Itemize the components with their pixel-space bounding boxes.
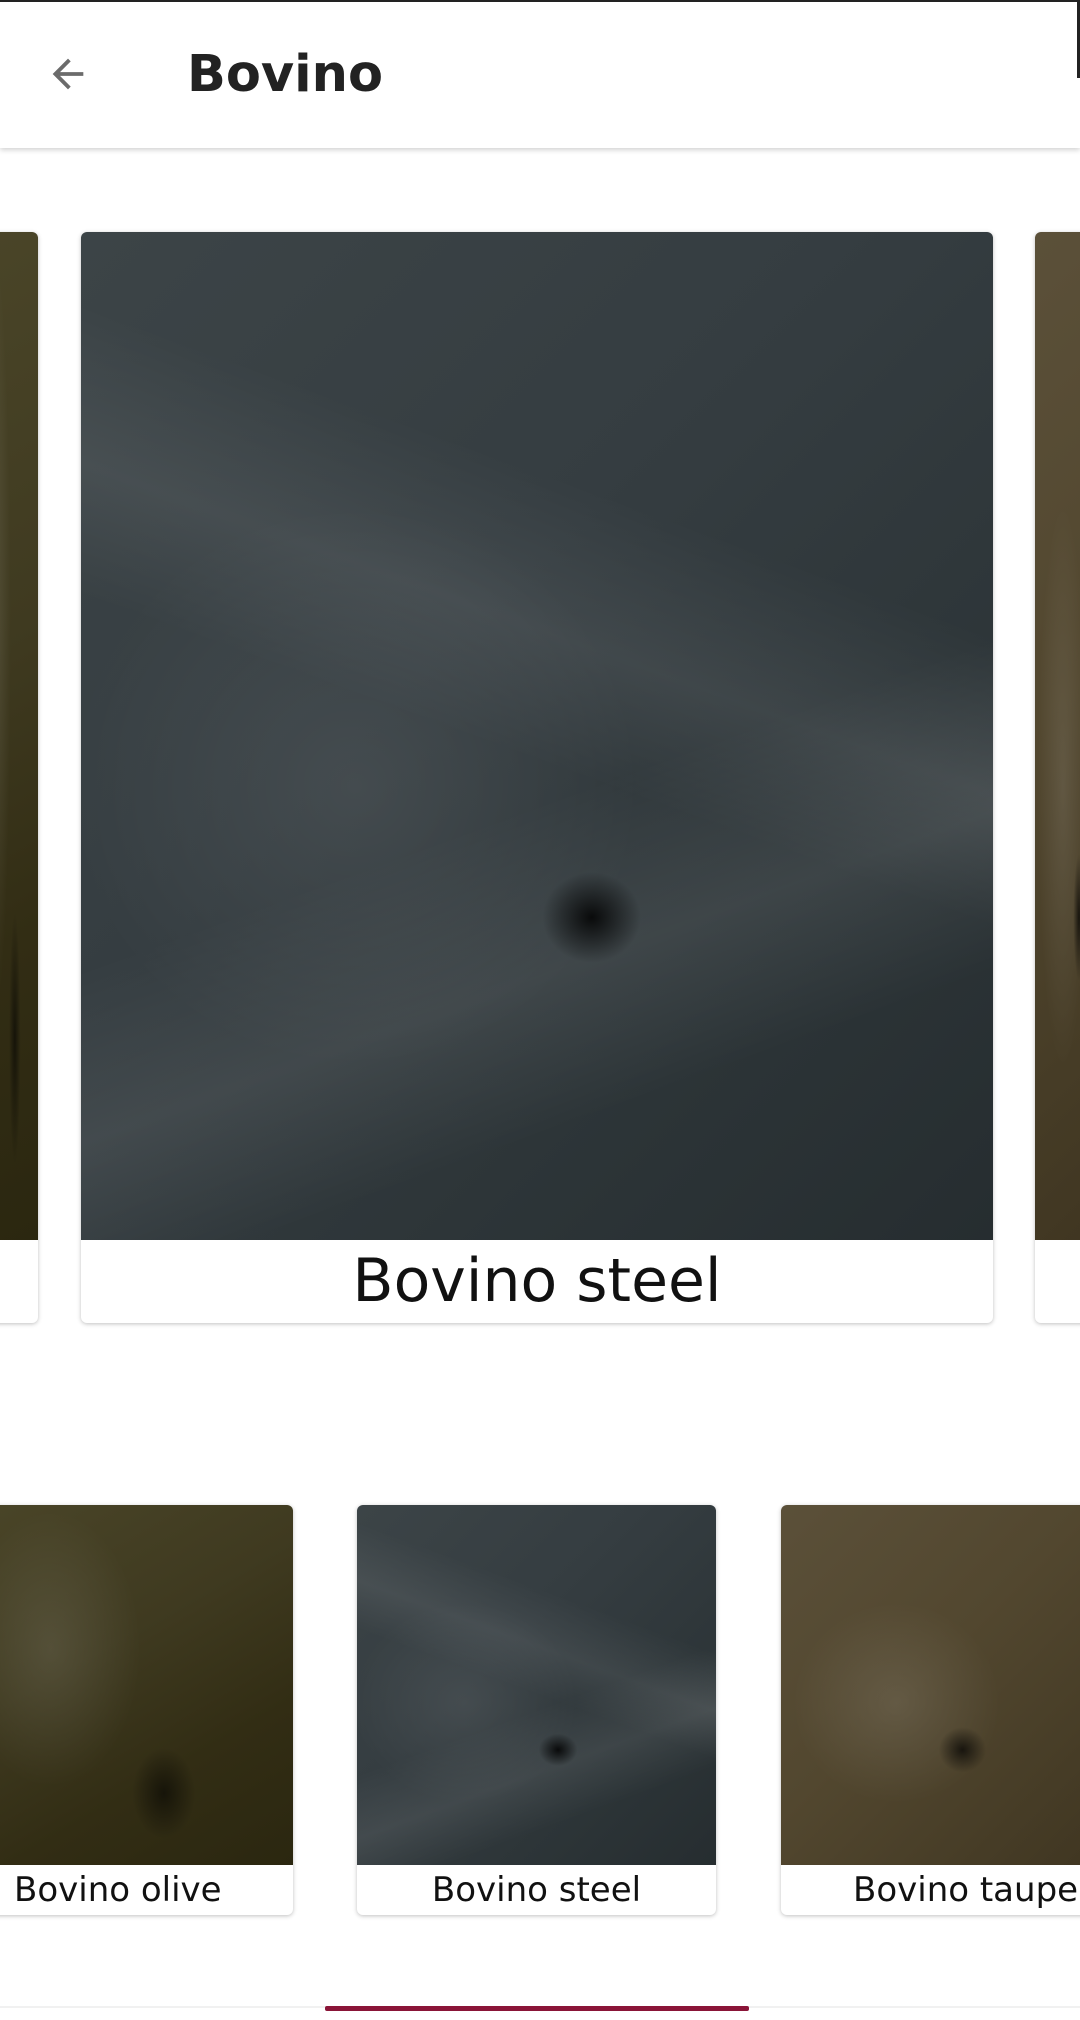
- leather-swatch-image: [0, 232, 38, 1240]
- leather-swatch-image: [1035, 232, 1080, 1240]
- carousel-card-previous[interactable]: [0, 232, 38, 1323]
- thumbnail-label: Bovino olive: [14, 1870, 222, 1910]
- thumbnail-swatch-image: [357, 1505, 716, 1865]
- thumbnail-steel[interactable]: Bovino steel: [357, 1505, 716, 1915]
- page-title: Bovino: [187, 45, 383, 104]
- carousel-card-next[interactable]: [1035, 232, 1080, 1323]
- thumbnail-swatch-image: [781, 1505, 1080, 1865]
- app-bar: Bovino: [0, 0, 1080, 148]
- thumbnail-swatch-image: [0, 1505, 293, 1865]
- thumbnail-taupe[interactable]: Bovino taupe: [781, 1505, 1080, 1915]
- arrow-left-icon: [52, 58, 84, 90]
- back-button[interactable]: [28, 34, 108, 114]
- thumbnail-label: Bovino steel: [431, 1870, 642, 1910]
- top-edge-divider: [0, 0, 1080, 2]
- page-indicator: [325, 2006, 749, 2011]
- leather-swatch-image: [81, 232, 993, 1240]
- carousel-card-selected[interactable]: Bovino steel: [81, 232, 993, 1323]
- carousel-card-label: Bovino steel: [352, 1246, 722, 1316]
- thumbnail-olive[interactable]: Bovino olive: [0, 1505, 293, 1915]
- thumbnail-label: Bovino taupe: [853, 1870, 1079, 1910]
